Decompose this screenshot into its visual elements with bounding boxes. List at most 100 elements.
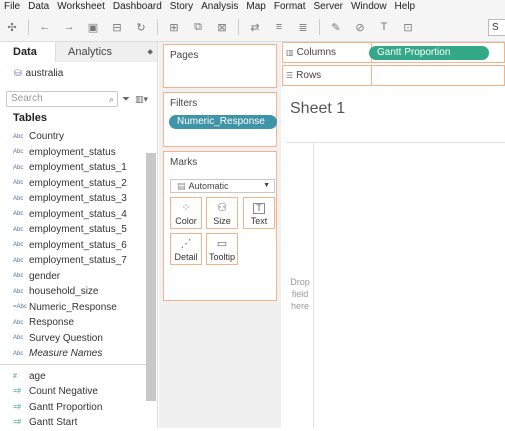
new-datasource-icon[interactable]: ⊟	[108, 18, 126, 36]
tab-analytics[interactable]: Analytics ⬥	[55, 42, 157, 62]
menu-format[interactable]: Format	[274, 1, 306, 12]
swap-icon[interactable]: ⇄	[246, 18, 264, 36]
menu-window[interactable]: Window	[351, 1, 387, 12]
menu-file[interactable]: File	[4, 1, 20, 12]
string-type-icon: Abc	[13, 226, 24, 233]
tableau-logo-icon[interactable]: ✣	[3, 18, 21, 36]
clear-icon[interactable]: ⊠	[213, 18, 231, 36]
size-button-label: Size	[213, 216, 231, 226]
calculated-number-icon: =#	[13, 388, 21, 396]
data-pane: Data Analytics ⬥ ⛁ australia Search ⌕ ⏷ ▥…	[0, 42, 158, 428]
field-count-negative[interactable]: =# Count Negative	[0, 384, 146, 400]
field-employment-status-4[interactable]: Abc employment_status_4	[0, 207, 146, 223]
menu-dashboard[interactable]: Dashboard	[113, 1, 162, 12]
calculated-number-icon: =#	[13, 419, 21, 427]
field-employment-status-5[interactable]: Abc employment_status_5	[0, 222, 146, 238]
refresh-icon[interactable]: ↻	[132, 18, 150, 36]
field-list-scrollbar[interactable]	[146, 153, 156, 401]
menu-help[interactable]: Help	[395, 1, 416, 12]
field-survey-question[interactable]: Abc Survey Question	[0, 331, 146, 347]
string-type-icon: Abc	[13, 211, 24, 218]
field-numeric-response[interactable]: =Abc Numeric_Response	[0, 300, 146, 316]
field-employment-status-6[interactable]: Abc employment_status_6	[0, 238, 146, 254]
view-options-icon[interactable]: ▥▾	[135, 94, 148, 105]
highlight-icon[interactable]: ✎	[327, 18, 345, 36]
cards-pane: Pages Filters Numeric_Response Marks ▤ Au…	[159, 42, 281, 428]
field-response[interactable]: Abc Response	[0, 315, 146, 331]
menu-data[interactable]: Data	[28, 1, 49, 12]
string-type-icon: Abc	[13, 195, 24, 202]
field-measure-names[interactable]: Abc Measure Names	[0, 346, 146, 362]
size-button[interactable]: ⚇ Size	[206, 197, 238, 229]
mark-type-icon: ▤	[177, 181, 186, 191]
tab-data[interactable]: Data	[0, 42, 55, 62]
string-type-icon: Abc	[13, 350, 24, 357]
field-employment-status-1[interactable]: Abc employment_status_1	[0, 160, 146, 176]
tooltip-button[interactable]: ▭ Tooltip	[206, 233, 238, 265]
field-employment-status-2[interactable]: Abc employment_status_2	[0, 176, 146, 192]
string-type-icon: Abc	[13, 335, 24, 342]
calculated-number-icon: =#	[13, 403, 21, 411]
new-sheet-icon[interactable]: ⊞	[165, 18, 183, 36]
field-employment-status-7[interactable]: Abc employment_status_7	[0, 253, 146, 269]
field-country[interactable]: Abc Country	[0, 129, 146, 145]
tooltip-button-label: Tooltip	[208, 252, 235, 262]
field-gantt-start[interactable]: =# Gantt Start	[0, 415, 146, 431]
sheet-title[interactable]: Sheet 1	[290, 100, 345, 118]
filter-pill-numeric-response[interactable]: Numeric_Response	[169, 115, 277, 129]
filter-icon[interactable]: ⏷	[122, 94, 130, 105]
filters-card[interactable]: Filters Numeric_Response	[163, 92, 277, 147]
toolbar-separator	[28, 19, 29, 35]
redo-icon[interactable]: →	[60, 18, 78, 36]
datasource-name: australia	[25, 68, 64, 79]
string-type-icon: Abc	[13, 133, 24, 140]
menu-server[interactable]: Server	[314, 1, 343, 12]
string-type-icon: Abc	[13, 319, 24, 326]
pages-card[interactable]: Pages	[163, 44, 277, 88]
group-icon[interactable]: ⊘	[351, 18, 369, 36]
text-button[interactable]: T Text	[243, 197, 275, 229]
field-employment-status[interactable]: Abc employment_status	[0, 145, 146, 161]
labels-icon[interactable]: T	[375, 18, 393, 36]
drop-field-hint[interactable]: Drop field here	[285, 276, 315, 312]
datasource-item[interactable]: ⛁ australia	[0, 62, 157, 84]
detail-button[interactable]: ⋰ Detail	[170, 233, 202, 265]
menu-story[interactable]: Story	[170, 1, 193, 12]
rows-icon: ☰	[286, 71, 294, 80]
column-pill-gantt-proportion[interactable]: Gantt Proportion	[369, 46, 489, 60]
chevron-down-icon[interactable]: ⬥	[147, 42, 153, 62]
field-list: Abc Country Abc employment_status Abc emplo…	[0, 129, 146, 431]
color-button[interactable]: ⁘ Color	[170, 197, 202, 229]
tables-heading: Tables	[13, 112, 48, 124]
data-pane-tabs: Data Analytics ⬥	[0, 42, 157, 62]
size-icon: ⚇	[217, 202, 227, 214]
fix-axes-icon[interactable]: ⊡	[399, 18, 417, 36]
menu-analysis[interactable]: Analysis	[201, 1, 238, 12]
menu-map[interactable]: Map	[246, 1, 265, 12]
tab-analytics-label: Analytics	[68, 46, 113, 58]
mark-type-dropdown[interactable]: ▤ Automatic ▼	[170, 179, 275, 193]
undo-icon[interactable]: ←	[36, 18, 54, 36]
field-search-row: Search ⌕ ⏷ ▥▾	[6, 91, 152, 107]
field-household-size[interactable]: Abc household_size	[0, 284, 146, 300]
sort-asc-icon[interactable]: ≡	[270, 18, 288, 36]
worksheet-canvas[interactable]: Sheet 1 Drop field here	[282, 88, 505, 428]
sort-desc-icon[interactable]: ≣	[294, 18, 312, 36]
chevron-down-icon: ▼	[263, 182, 270, 189]
menu-worksheet[interactable]: Worksheet	[57, 1, 105, 12]
field-age[interactable]: # age	[0, 369, 146, 385]
save-icon[interactable]: ▣	[84, 18, 102, 36]
field-search-input[interactable]: Search ⌕	[6, 91, 118, 107]
number-type-icon: #	[13, 372, 17, 380]
duplicate-icon[interactable]: ⧉	[189, 18, 207, 36]
field-gantt-proportion[interactable]: =# Gantt Proportion	[0, 400, 146, 416]
field-gender[interactable]: Abc gender	[0, 269, 146, 285]
columns-shelf[interactable]: ▥ Columns Gantt Proportion	[282, 42, 505, 63]
toolbar-search-field[interactable]: S	[488, 19, 505, 36]
field-employment-status-3[interactable]: Abc employment_status_3	[0, 191, 146, 207]
string-type-icon: Abc	[13, 288, 24, 295]
calculated-string-icon: =Abc	[13, 304, 27, 311]
string-type-icon: Abc	[13, 180, 24, 187]
rows-shelf[interactable]: ☰ Rows	[282, 65, 505, 86]
columns-shelf-label: ▥ Columns	[286, 47, 337, 58]
